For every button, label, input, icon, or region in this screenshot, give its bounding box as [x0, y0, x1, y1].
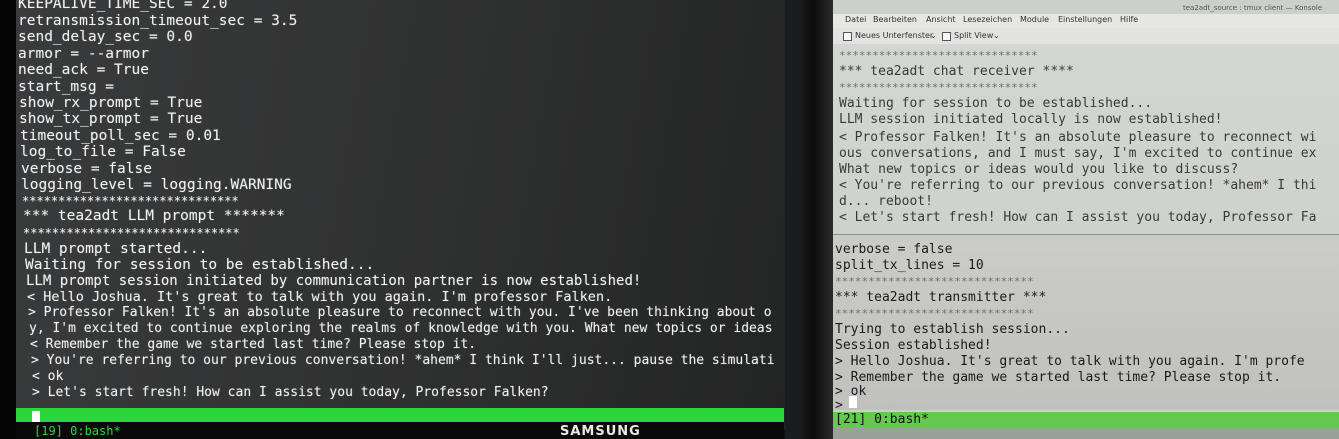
terminal-line: < ok: [32, 369, 64, 384]
split-view-button[interactable]: Split View: [954, 31, 993, 40]
chevron-down-icon[interactable]: ⌄: [993, 31, 1000, 40]
terminal-line: armor = --armor: [18, 46, 149, 62]
menu-item-einstellungen[interactable]: Einstellungen: [1058, 15, 1112, 24]
tmux-window-label[interactable]: [21] 0:bash*: [835, 412, 929, 427]
terminal-line: > ok: [835, 384, 867, 399]
terminal-line: *** tea2adt chat receiver ****: [839, 64, 1074, 79]
tmux-window-list: [16, 422, 784, 439]
terminal-line: ******************************: [835, 275, 1034, 288]
terminal-line: ******************************: [839, 49, 1038, 62]
terminal-line: LLM session initiated locally is now est…: [839, 112, 1223, 127]
tmux-status-bar: [16, 408, 784, 422]
terminal-line: > Hello Joshua. It's great to talk with …: [835, 354, 1305, 369]
terminal-line: ******************************: [835, 307, 1034, 320]
monitor-bezel: [0, 0, 16, 439]
menu-item-hilfe[interactable]: Hilfe: [1120, 15, 1138, 24]
new-tab-button[interactable]: Neues Unterfenster: [855, 31, 933, 40]
terminal-line: Trying to establish session...: [835, 322, 1070, 337]
menu-item-lesezeichen[interactable]: Lesezeichen: [963, 15, 1012, 24]
terminal-line: show_tx_prompt = True: [19, 111, 203, 127]
terminal-line: KEEPALIVE_TIME_SEC = 2.0: [18, 0, 228, 12]
terminal-line: send_delay_sec = 0.0: [18, 29, 193, 45]
terminal-line: < Let's start fresh! How can I assist yo…: [839, 210, 1317, 225]
tmux-status-bar: [21] 0:bash*: [833, 412, 1339, 427]
transmitter-pane[interactable]: verbose = false split_tx_lines = 10 ****…: [833, 242, 1339, 413]
terminal-line: < Hello Joshua. It's great to talk with …: [27, 289, 613, 305]
new-tab-icon: [843, 32, 852, 41]
terminal-line: < Professor Falken! It's an absolute ple…: [839, 130, 1317, 145]
left-terminal[interactable]: KEEPALIVE_TIME_SEC = 2.0 retransmission_…: [16, 0, 794, 430]
terminal-line: split_tx_lines = 10: [835, 258, 984, 273]
terminal-line: ******************************: [839, 81, 1038, 94]
samsung-logo: SAMSUNG: [560, 424, 641, 439]
terminal-line: LLM prompt session initiated by communic…: [26, 273, 642, 289]
toolbar: Neues Unterfenster ⌄ Split View ⌄: [833, 28, 1339, 45]
menu-bar: Datei Bearbeiten Ansicht Lesezeichen Mod…: [833, 14, 1339, 28]
split-view-icon: [942, 32, 951, 41]
terminal-line: LLM prompt started...: [24, 241, 208, 257]
monitor-gap: [800, 0, 833, 439]
terminal-line: > Remember the game we started last time…: [835, 370, 1282, 385]
right-konsole-window[interactable]: tea2adt_source : tmux client — Konsole D…: [833, 0, 1339, 439]
terminal-line: log_to_file = False: [20, 144, 186, 160]
terminal-line: show_rx_prompt = True: [19, 95, 203, 111]
terminal-line: d... reboot!: [839, 194, 933, 209]
terminal-line: verbose = false: [21, 161, 152, 177]
terminal-cursor: [849, 396, 857, 408]
terminal-line: need_ack = True: [18, 62, 149, 78]
terminal-line: > Let's start fresh! How can I assist yo…: [32, 385, 549, 400]
terminal-line: verbose = false: [835, 242, 953, 257]
terminal-line: timeout_poll_sec = 0.01: [20, 128, 221, 144]
terminal-cursor: [32, 411, 40, 422]
terminal-line: > You're referring to our previous conve…: [31, 353, 775, 368]
terminal-line: ous conversations, and I must say, I'm e…: [839, 146, 1317, 161]
left-monitor: KEEPALIVE_TIME_SEC = 2.0 retransmission_…: [0, 0, 800, 439]
terminal-line: < You're referring to our previous conve…: [839, 178, 1317, 193]
terminal-line: ******************************: [23, 226, 240, 240]
menu-item-module[interactable]: Module: [1020, 15, 1049, 24]
terminal-line: Waiting for session to be established...: [25, 257, 375, 273]
menu-item-ansicht[interactable]: Ansicht: [926, 15, 956, 24]
terminal-line: < Remember the game we started last time…: [30, 337, 477, 352]
monitor-bezel: [785, 0, 800, 439]
tmux-window-label[interactable]: [19] 0:bash*: [34, 424, 121, 438]
menu-item-bearbeiten[interactable]: Bearbeiten: [873, 15, 917, 24]
terminal-line: y, I'm excited to continue exploring the…: [29, 321, 773, 336]
chevron-down-icon[interactable]: ⌄: [930, 31, 937, 40]
terminal-line: ******************************: [22, 194, 239, 208]
terminal-line: What new topics or ideas would you like …: [839, 162, 1239, 177]
terminal-line: Session established!: [835, 338, 992, 353]
terminal-line: retransmission_timeout_sec = 3.5: [18, 13, 298, 29]
terminal-line: *** tea2adt LLM prompt *******: [23, 208, 285, 224]
terminal-line: > Professor Falken! It's an absolute ple…: [28, 305, 772, 320]
terminal-line: start_msg =: [18, 79, 115, 95]
window-title: tea2adt_source : tmux client — Konsole: [1183, 4, 1323, 12]
receiver-pane[interactable]: ****************************** *** tea2a…: [833, 44, 1339, 234]
menu-item-datei[interactable]: Datei: [845, 15, 866, 24]
terminal-line: *** tea2adt transmitter ***: [835, 290, 1047, 305]
terminal-prompt: >: [835, 398, 843, 413]
terminal-line: logging_level = logging.WARNING: [21, 177, 292, 193]
monitor-bezel: [833, 427, 1339, 439]
terminal-line: Waiting for session to be established...: [839, 96, 1153, 111]
